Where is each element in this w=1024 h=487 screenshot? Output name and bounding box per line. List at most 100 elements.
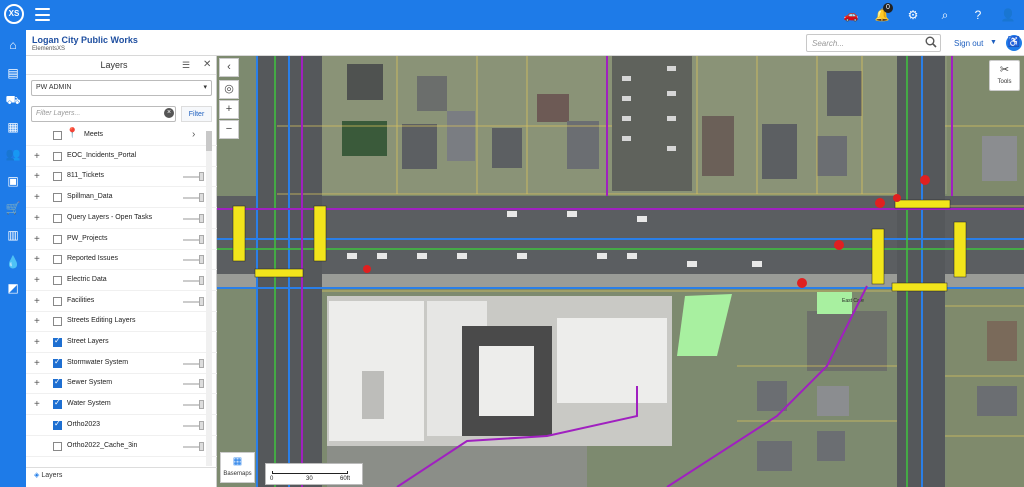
search-icon[interactable]: ⌕	[937, 7, 953, 23]
sign-out-link[interactable]: Sign out	[954, 39, 983, 48]
opacity-slider-handle[interactable]	[199, 379, 204, 389]
layer-row[interactable]: 📍 › Meets	[26, 126, 217, 146]
collapse-panel-icon[interactable]: ‹	[219, 58, 239, 77]
layer-row[interactable]: + Reported Issues	[26, 250, 217, 271]
opacity-slider-handle[interactable]	[199, 441, 204, 451]
user-icon[interactable]: 👤	[1000, 7, 1016, 23]
help-icon[interactable]: ?	[970, 7, 986, 23]
tools-button[interactable]: ✂ Tools	[989, 60, 1020, 91]
search-input[interactable]: Search...	[806, 34, 941, 52]
calendar-icon[interactable]: ▣	[5, 174, 21, 189]
hamburger-menu-icon[interactable]	[35, 8, 50, 21]
basemaps-button[interactable]: ▦ Basemaps	[220, 452, 255, 483]
layer-row[interactable]: Ortho2022_Cache_3in	[26, 437, 217, 457]
layer-row[interactable]: + Street Layers	[26, 333, 217, 353]
layer-checkbox[interactable]	[53, 441, 62, 451]
opacity-slider-handle[interactable]	[199, 255, 204, 265]
layer-checkbox[interactable]	[53, 398, 62, 410]
expand-icon[interactable]: +	[34, 192, 40, 203]
expand-icon[interactable]: +	[34, 171, 40, 182]
scrollbar-thumb[interactable]	[206, 131, 212, 151]
layer-row[interactable]: + EOC_Incidents_Portal	[26, 147, 217, 167]
search-icon[interactable]	[925, 36, 937, 48]
expand-icon[interactable]: +	[34, 275, 40, 286]
chevron-right-icon[interactable]: ›	[192, 129, 195, 140]
people-icon[interactable]: 👥	[5, 147, 21, 162]
filter-button[interactable]: Filter	[181, 106, 212, 122]
layer-checkbox[interactable]	[53, 377, 62, 389]
expand-icon[interactable]: +	[34, 296, 40, 307]
clear-filter-icon[interactable]: ×	[164, 108, 174, 118]
zoom-out-button[interactable]: −	[219, 120, 239, 139]
opacity-slider-handle[interactable]	[199, 193, 204, 203]
layer-checkbox[interactable]	[53, 357, 62, 368]
home-icon[interactable]: ⌂	[5, 38, 21, 53]
layer-row[interactable]: + Query Layers - Open Tasks	[26, 209, 217, 229]
chart-icon[interactable]: ▥	[5, 228, 21, 243]
opacity-slider-handle[interactable]	[199, 296, 204, 306]
layer-name: Sewer System	[67, 379, 113, 387]
expand-icon[interactable]: +	[34, 378, 40, 389]
opacity-slider-handle[interactable]	[199, 400, 204, 410]
expand-icon[interactable]: +	[34, 337, 40, 348]
accessibility-icon[interactable]: ♿	[1006, 35, 1022, 51]
assets-icon[interactable]: ◩	[5, 281, 21, 296]
close-icon[interactable]: ✕	[203, 59, 211, 70]
layer-list-scrollbar[interactable]	[206, 131, 212, 466]
layer-row[interactable]: + Water System	[26, 395, 217, 416]
expand-icon[interactable]: +	[34, 358, 40, 369]
layer-row[interactable]: + Facilities	[26, 292, 217, 312]
expand-icon[interactable]: +	[34, 151, 40, 162]
app-header: Logan City Public Works ElementsXS Searc…	[26, 30, 1024, 56]
layer-checkbox[interactable]	[53, 151, 62, 161]
layer-checkbox[interactable]	[53, 213, 62, 223]
truck-icon[interactable]: ⛟	[5, 93, 21, 108]
opacity-slider-handle[interactable]	[199, 172, 204, 182]
expand-icon[interactable]: +	[34, 254, 40, 265]
layer-checkbox[interactable]	[53, 296, 62, 306]
layer-checkbox[interactable]	[53, 193, 62, 203]
locate-me-icon[interactable]: ◎	[219, 80, 239, 99]
layer-checkbox[interactable]	[53, 275, 62, 285]
layer-checkbox[interactable]	[53, 419, 62, 430]
zoom-in-button[interactable]: +	[219, 100, 239, 119]
opacity-slider-handle[interactable]	[199, 358, 204, 368]
layer-checkbox[interactable]	[53, 131, 62, 140]
forms-icon[interactable]: ▤	[5, 66, 21, 81]
cart-icon[interactable]: 🛒	[5, 201, 21, 216]
opacity-slider-handle[interactable]	[199, 234, 204, 244]
expand-icon[interactable]: +	[34, 213, 40, 224]
layers-footer-tab[interactable]: ◈ Layers	[34, 471, 62, 479]
layer-checkbox[interactable]	[53, 317, 62, 327]
layer-checkbox[interactable]	[53, 255, 62, 265]
layer-checkbox[interactable]	[53, 234, 62, 244]
layer-checkbox[interactable]	[53, 336, 62, 347]
gear-icon[interactable]: ⚙	[905, 7, 921, 23]
layer-name: Stormwater System	[67, 358, 129, 366]
opacity-slider-handle[interactable]	[199, 213, 204, 223]
layer-checkbox[interactable]	[53, 172, 62, 182]
layer-row[interactable]: + Electric Data	[26, 271, 217, 291]
opacity-slider-handle[interactable]	[199, 275, 204, 285]
layer-row[interactable]: + Spillman_Data	[26, 188, 217, 209]
map-icon[interactable]: ▦	[5, 120, 21, 135]
list-view-icon[interactable]: ☰	[182, 60, 190, 71]
layer-row[interactable]: +811_Tickets	[26, 167, 217, 188]
opacity-slider-handle[interactable]	[199, 420, 204, 430]
layer-row[interactable]: + PW_Projects	[26, 230, 217, 250]
layer-row[interactable]: + Sewer System	[26, 374, 217, 395]
filter-layers-input[interactable]: Filter Layers...	[31, 106, 176, 122]
expand-icon[interactable]: +	[34, 399, 40, 410]
chevron-down-icon[interactable]: ▼	[990, 39, 997, 46]
expand-icon[interactable]: +	[34, 316, 40, 327]
layer-row[interactable]: + Stormwater System	[26, 354, 217, 374]
expand-icon[interactable]: +	[34, 234, 40, 245]
map-view[interactable]: East Cafe ‹ ◎ + − ✂ Tools ▦ Basemaps 0 3…	[217, 56, 1024, 487]
layer-row[interactable]: + Streets Editing Layers	[26, 312, 217, 333]
water-drop-icon[interactable]: 💧	[5, 255, 21, 270]
layer-group-select[interactable]: PW ADMIN ▾	[31, 80, 212, 96]
layer-row[interactable]: Ortho2023	[26, 416, 217, 436]
app-logo[interactable]: XS	[4, 4, 24, 24]
map-canvas[interactable]: East Cafe	[217, 56, 1024, 487]
vehicle-icon[interactable]: 🚗	[843, 7, 859, 23]
